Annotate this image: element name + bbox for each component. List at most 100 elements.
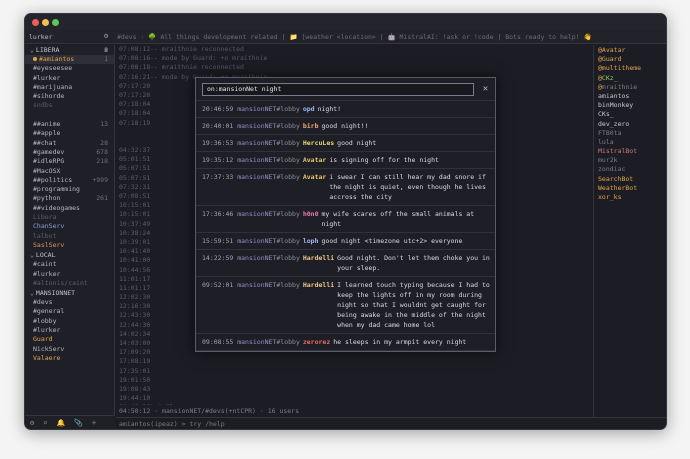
sidebar-item[interactable]: #caint — [25, 260, 114, 269]
unread-count: 261 — [96, 194, 108, 203]
sidebar-item[interactable]: #idleRPG 218 — [25, 157, 114, 166]
result-channel: #lobby — [276, 281, 300, 289]
result-timestamp: 20:40:01 — [202, 122, 238, 130]
sidebar-item[interactable]: Valaere — [25, 354, 114, 363]
search-input[interactable]: on:mansionNet night — [202, 83, 474, 96]
log-timestamp: 12:44:30 — [119, 320, 151, 329]
sidebar-item[interactable]: Libera — [25, 213, 114, 222]
nick-item[interactable]: @Guard — [594, 55, 666, 64]
result-nick: Avatar — [302, 173, 327, 181]
sidebar-item[interactable]: #sihorde — [25, 92, 114, 101]
search-result[interactable]: 17:36:46 mansionNET#lobby h0n0 my wife sca… — [196, 205, 495, 232]
settings-icon[interactable]: ⚙ — [30, 419, 34, 427]
log-timestamp: 10:15:01 — [119, 201, 151, 210]
search-result[interactable]: 14:22:59 mansionNET#lobby Hardelli Good ni… — [196, 249, 495, 276]
attach-icon[interactable]: 📎 — [74, 419, 83, 427]
result-timestamp: 17:37:33 — [202, 173, 238, 181]
add-icon[interactable]: + — [92, 419, 96, 427]
log-line: 19:08:43 — [116, 385, 593, 394]
chevron-down-icon[interactable]: ⌄ — [30, 289, 34, 297]
nick-item[interactable]: amiantos — [594, 92, 666, 101]
search-result[interactable]: 17:37:33 mansionNET#lobby Avatar i swear I… — [196, 168, 495, 205]
sidebar-item[interactable]: sndbs — [25, 101, 114, 110]
search-icon[interactable]: ⌕ — [43, 419, 47, 427]
search-result[interactable]: 20:40:01 mansionNET#lobby birb good night!… — [196, 117, 495, 134]
nick-name: zondiac — [598, 165, 626, 174]
gear-icon[interactable]: ⚙ — [104, 32, 108, 40]
close-window-button[interactable] — [32, 19, 39, 26]
bell-icon[interactable]: 🔔 — [56, 419, 65, 427]
sidebar-item[interactable]: ChanServ — [25, 222, 114, 231]
sidebar-item[interactable]: #lobby — [25, 317, 114, 326]
sidebar-item[interactable]: NickServ — [25, 345, 114, 354]
nick-item[interactable]: WeatherBot — [594, 184, 666, 193]
sidebar-item[interactable]: lalbot — [25, 232, 114, 241]
nick-item[interactable]: mur2k — [594, 156, 666, 165]
search-result[interactable]: 15:59:51 mansionNET#lobby loph good night … — [196, 232, 495, 249]
nick-item[interactable]: @CKz_ — [594, 74, 666, 83]
chevron-down-icon[interactable]: ⌄ — [30, 251, 34, 259]
search-result[interactable]: 09:52:01 mansionNET#lobby Hardelli I learn… — [196, 276, 495, 333]
sidebar-item[interactable]: ##videogames — [25, 204, 114, 213]
sidebar-item[interactable]: #MacOSX — [25, 167, 114, 176]
close-icon[interactable]: ✕ — [480, 83, 491, 95]
search-result[interactable]: 19:36:53 mansionNET#lobby HercuLes good ni… — [196, 134, 495, 151]
sidebar-item-label: Libera — [33, 213, 57, 222]
nick-item[interactable]: dev_zero — [594, 120, 666, 129]
result-timestamp: 20:46:59 — [202, 105, 238, 113]
current-nick[interactable]: lurker — [29, 33, 52, 41]
nick-name: mraithnie — [601, 82, 638, 91]
chevron-down-icon[interactable]: ⌄ — [30, 46, 34, 54]
sidebar-item[interactable]: #lurker — [25, 74, 114, 83]
message-input[interactable]: amiantos(ipeaz) > try /help — [116, 417, 666, 429]
network-header[interactable]: ⌄ LIBERA + — [25, 45, 114, 55]
sidebar-item[interactable]: #altonis/caint — [25, 279, 114, 288]
log-timestamp: 11:01:17 — [119, 274, 151, 283]
nick-item[interactable]: @mraithnie — [594, 82, 666, 92]
sidebar-item[interactable]: #marijuana — [25, 83, 114, 92]
sidebar-item[interactable] — [25, 111, 114, 120]
result-network: mansionNET — [237, 254, 277, 262]
nick-item[interactable]: binMonkey — [594, 101, 666, 110]
sidebar-item-label: #devs — [33, 298, 53, 307]
nick-item[interactable]: lula — [594, 138, 666, 147]
search-result[interactable]: 09:08:55 mansionNET#lobby zerorez he sleep… — [196, 333, 495, 350]
sidebar-item[interactable]: #gamedev 678 — [25, 148, 114, 157]
search-result[interactable]: 19:35:12 mansionNET#lobby Avatar is signin… — [196, 151, 495, 168]
network-header[interactable]: ⌄ MANSIONNET 8 — [25, 46, 114, 298]
nick-item[interactable]: MistralBot — [594, 147, 666, 156]
sidebar-item[interactable]: #programming — [25, 185, 114, 194]
nick-item[interactable]: xor_ks — [594, 193, 666, 202]
sidebar-toolbar: ⚙ ⌕ 🔔 📎 + — [25, 415, 115, 429]
nick-item[interactable]: @multitheme — [594, 64, 666, 73]
sidebar-item[interactable]: #devs — [25, 298, 114, 307]
sidebar-item[interactable]: #lurker — [25, 270, 114, 279]
sidebar-item[interactable]: ##apple — [25, 129, 114, 138]
maximize-window-button[interactable] — [52, 19, 59, 26]
network-header[interactable]: ⌄ LOCAL 2 — [25, 46, 114, 260]
sidebar-item[interactable]: #general — [25, 307, 114, 316]
search-result[interactable]: 06:58:32 mansionNET#lobbyYouTubeBot⊠00,0… — [196, 350, 495, 351]
result-message: good night <timezone utc+2> everyone — [321, 237, 463, 245]
sidebar-item[interactable]: Guard — [25, 335, 114, 344]
nick-item[interactable]: zondiac — [594, 165, 666, 174]
sidebar-item[interactable]: ##politics +999 — [25, 176, 114, 185]
nick-item[interactable]: CKs_ — [594, 110, 666, 119]
sidebar-item[interactable]: ##chat 28 — [25, 139, 114, 148]
network-action[interactable]: 8 — [104, 45, 108, 55]
log-timestamp: 12:16:30 — [119, 302, 151, 311]
unread-count: 678 — [96, 147, 108, 156]
minimize-window-button[interactable] — [42, 19, 49, 26]
nick-item[interactable]: FTB0ta — [594, 129, 666, 138]
nick-item[interactable]: @Avatar — [594, 46, 666, 55]
sidebar-item[interactable]: #lurker — [25, 326, 114, 335]
search-result[interactable]: 20:46:59 mansionNET#lobby opd night! — [196, 100, 495, 117]
sidebar-item[interactable]: ##anime 13 — [25, 120, 114, 129]
nick-item[interactable]: SearchBot — [594, 175, 666, 184]
sidebar-item[interactable]: SaslServ — [25, 241, 114, 250]
log-timestamp: 10:15:01 — [119, 210, 151, 219]
sidebar-item[interactable]: #python 261 — [25, 194, 114, 203]
sidebar-item[interactable]: #amiantos 1 — [25, 55, 114, 65]
sidebar-item[interactable]: #eyeseesee — [25, 64, 114, 73]
